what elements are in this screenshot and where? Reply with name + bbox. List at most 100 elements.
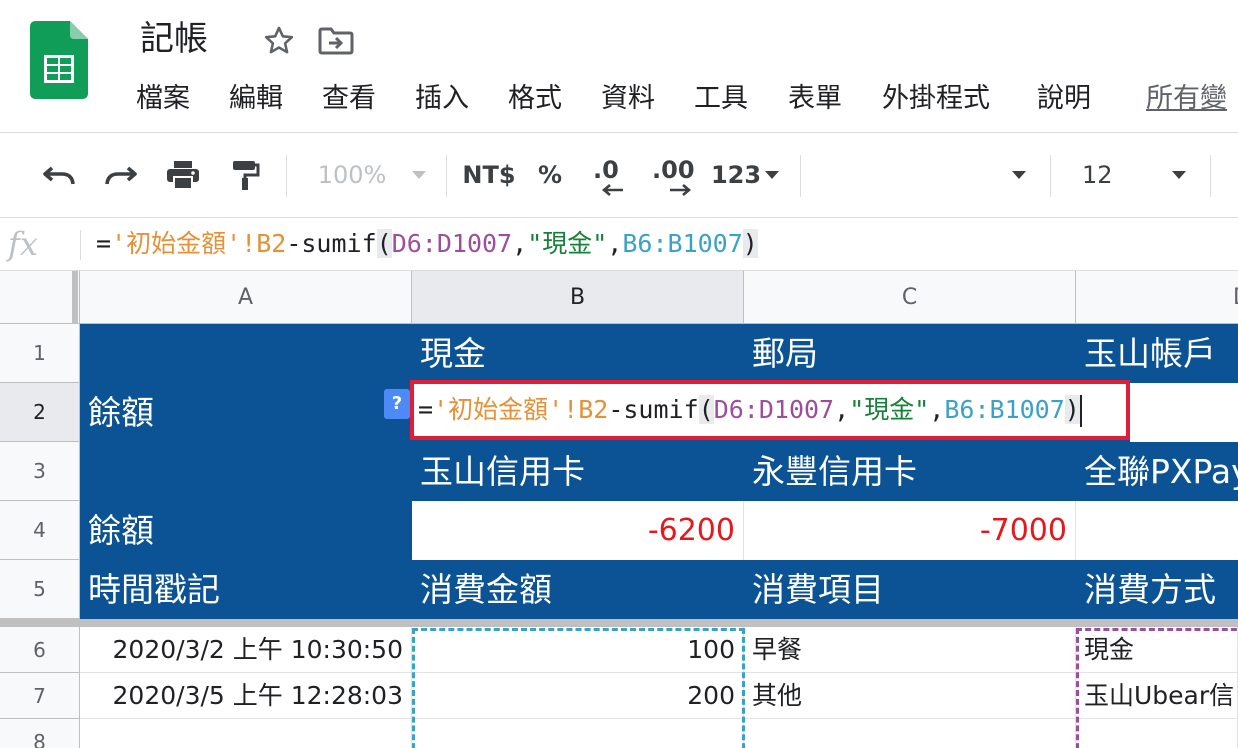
formula-token: '初始金額'!B2 [433,395,609,424]
cell-d1[interactable]: 玉山帳戶 [1076,324,1238,383]
formula-token: D6:D1007 [713,395,835,424]
menu-forms[interactable]: 表單 [784,76,846,122]
cell-c3[interactable]: 永豐信用卡 [744,442,1076,501]
column-header-d[interactable]: D [1076,271,1238,324]
formula-token: "現金" [527,229,608,258]
row-header-6[interactable]: 6 [0,627,80,673]
row-header-2[interactable]: 2 [0,383,80,442]
undo-icon[interactable] [36,133,82,217]
formula-token: -sumif [608,395,699,424]
formula-token: "現金" [849,395,930,424]
cell-c7[interactable]: 其他 [744,673,1076,719]
cell-b4[interactable]: -6200 [412,501,744,560]
font-size-value: 12 [1082,161,1113,189]
cell-c6[interactable]: 早餐 [744,627,1076,673]
formula-bar: fx ='初始金額'!B2-sumif(D6:D1007,"現金",B6:B10… [0,218,1238,271]
cell-b3[interactable]: 玉山信用卡 [412,442,744,501]
currency-format-button[interactable]: NT$ [456,133,522,217]
formula-token: = [418,395,434,424]
cell-d5[interactable]: 消費方式 [1076,560,1238,619]
formula-token: -sumif [286,229,377,258]
decrease-decimal-button[interactable]: .0 [584,133,630,217]
chevron-down-icon [1172,171,1186,179]
menu-bar: 檔案 編輯 查看 插入 格式 資料 工具 表單 外掛程式 說明 所有變 [120,76,1238,122]
move-to-folder-icon[interactable] [318,27,354,55]
menu-view[interactable]: 查看 [318,76,380,122]
range-highlight-d6-d1007 [1076,628,1238,748]
arrow-left-icon [601,184,623,196]
range-highlight-b6-b1007 [412,628,745,748]
print-icon[interactable] [160,133,206,217]
zoom-select[interactable]: 100% [310,133,394,217]
row-header-7[interactable]: 7 [0,673,80,719]
star-icon[interactable] [262,24,296,58]
cell-a8[interactable] [80,719,412,748]
row-header-3[interactable]: 3 [0,442,80,501]
document-title[interactable]: 記帳 [140,16,208,62]
cell-b2-editor[interactable]: ='初始金額'!B2-sumif(D6:D1007,"現金",B6:B1007) [410,380,1130,440]
more-formats-label: 123 [710,161,762,189]
cell-c8[interactable] [744,719,1076,748]
menu-help[interactable]: 說明 [1033,76,1095,122]
increase-decimal-button[interactable]: .00 [644,133,700,217]
cell-d3[interactable]: 全聯PXPay [1076,442,1238,501]
cell-c4[interactable]: -7000 [744,501,1076,560]
fx-icon: fx [8,225,38,263]
decrease-decimal-label: .0 [593,156,619,184]
formula-token: , [512,229,528,258]
percent-format-button[interactable]: % [532,133,568,217]
font-size-select[interactable]: 12 [1064,133,1200,217]
menu-addons[interactable]: 外掛程式 [878,76,994,122]
formula-token: = [96,229,112,258]
frozen-rows-divider[interactable] [0,619,1238,627]
row-header-4[interactable]: 4 [0,501,80,560]
cell-b1[interactable]: 現金 [412,324,744,383]
menu-data[interactable]: 資料 [597,76,659,122]
cell-a4[interactable]: 餘額 [80,501,412,560]
cell-a5[interactable]: 時間戳記 [80,560,412,619]
column-header-b[interactable]: B [412,271,744,324]
more-formats-select[interactable]: 123 [708,133,782,217]
formula-token: ) [1064,395,1080,424]
cell-c1[interactable]: 郵局 [744,324,1076,383]
formula-input[interactable]: ='初始金額'!B2-sumif(D6:D1007,"現金",B6:B1007) [92,225,762,263]
cell-b5[interactable]: 消費金額 [412,560,744,619]
cell-b2-formula: ='初始金額'!B2-sumif(D6:D1007,"現金",B6:B1007) [418,395,1080,424]
formula-token: B6:B1007 [622,229,743,258]
chevron-down-icon [765,171,780,179]
menu-edit[interactable]: 編輯 [225,76,287,122]
cell-d4[interactable] [1076,501,1238,560]
row-header-8[interactable]: 8 [0,719,80,748]
formula-token: , [607,229,623,258]
spreadsheet-grid: A B C D 1 2 3 4 5 6 7 8 現金 郵局 玉山帳戶 餘額 玉山… [0,271,1238,748]
formula-help-icon[interactable]: ? [384,389,410,419]
menu-insert[interactable]: 插入 [411,76,473,122]
cell-a7[interactable]: 2020/3/5 上午 12:28:03 [80,673,412,719]
cell-a6[interactable]: 2020/3/2 上午 10:30:50 [80,627,412,673]
cell-a2[interactable]: 餘額 [80,383,412,442]
zoom-chevron-down-icon[interactable] [404,133,434,217]
formula-token: D6:D1007 [391,229,513,258]
row-header-1[interactable]: 1 [0,324,80,383]
chevron-down-icon [1012,171,1026,179]
formula-token: ) [742,229,758,258]
select-all-corner[interactable] [0,271,80,324]
row-header-5[interactable]: 5 [0,560,80,619]
font-family-select[interactable] [808,133,1038,217]
formula-token: B6:B1007 [944,395,1065,424]
formula-token: ( [698,395,714,424]
menu-tools[interactable]: 工具 [690,76,752,122]
toolbar: 100% NT$ % .0 .00 123 12 [0,132,1238,218]
paint-format-icon[interactable] [222,133,268,217]
last-edit-link[interactable]: 所有變 [1142,76,1231,122]
google-sheets-logo[interactable] [30,21,88,99]
redo-icon[interactable] [98,133,144,217]
column-header-c[interactable]: C [744,271,1076,324]
column-header-a[interactable]: A [80,271,412,324]
formula-token: , [929,395,945,424]
menu-file[interactable]: 檔案 [132,76,194,122]
cell-c5[interactable]: 消費項目 [744,560,1076,619]
menu-format[interactable]: 格式 [504,76,566,122]
cell-d2[interactable] [1130,383,1238,442]
formula-token: , [834,395,850,424]
